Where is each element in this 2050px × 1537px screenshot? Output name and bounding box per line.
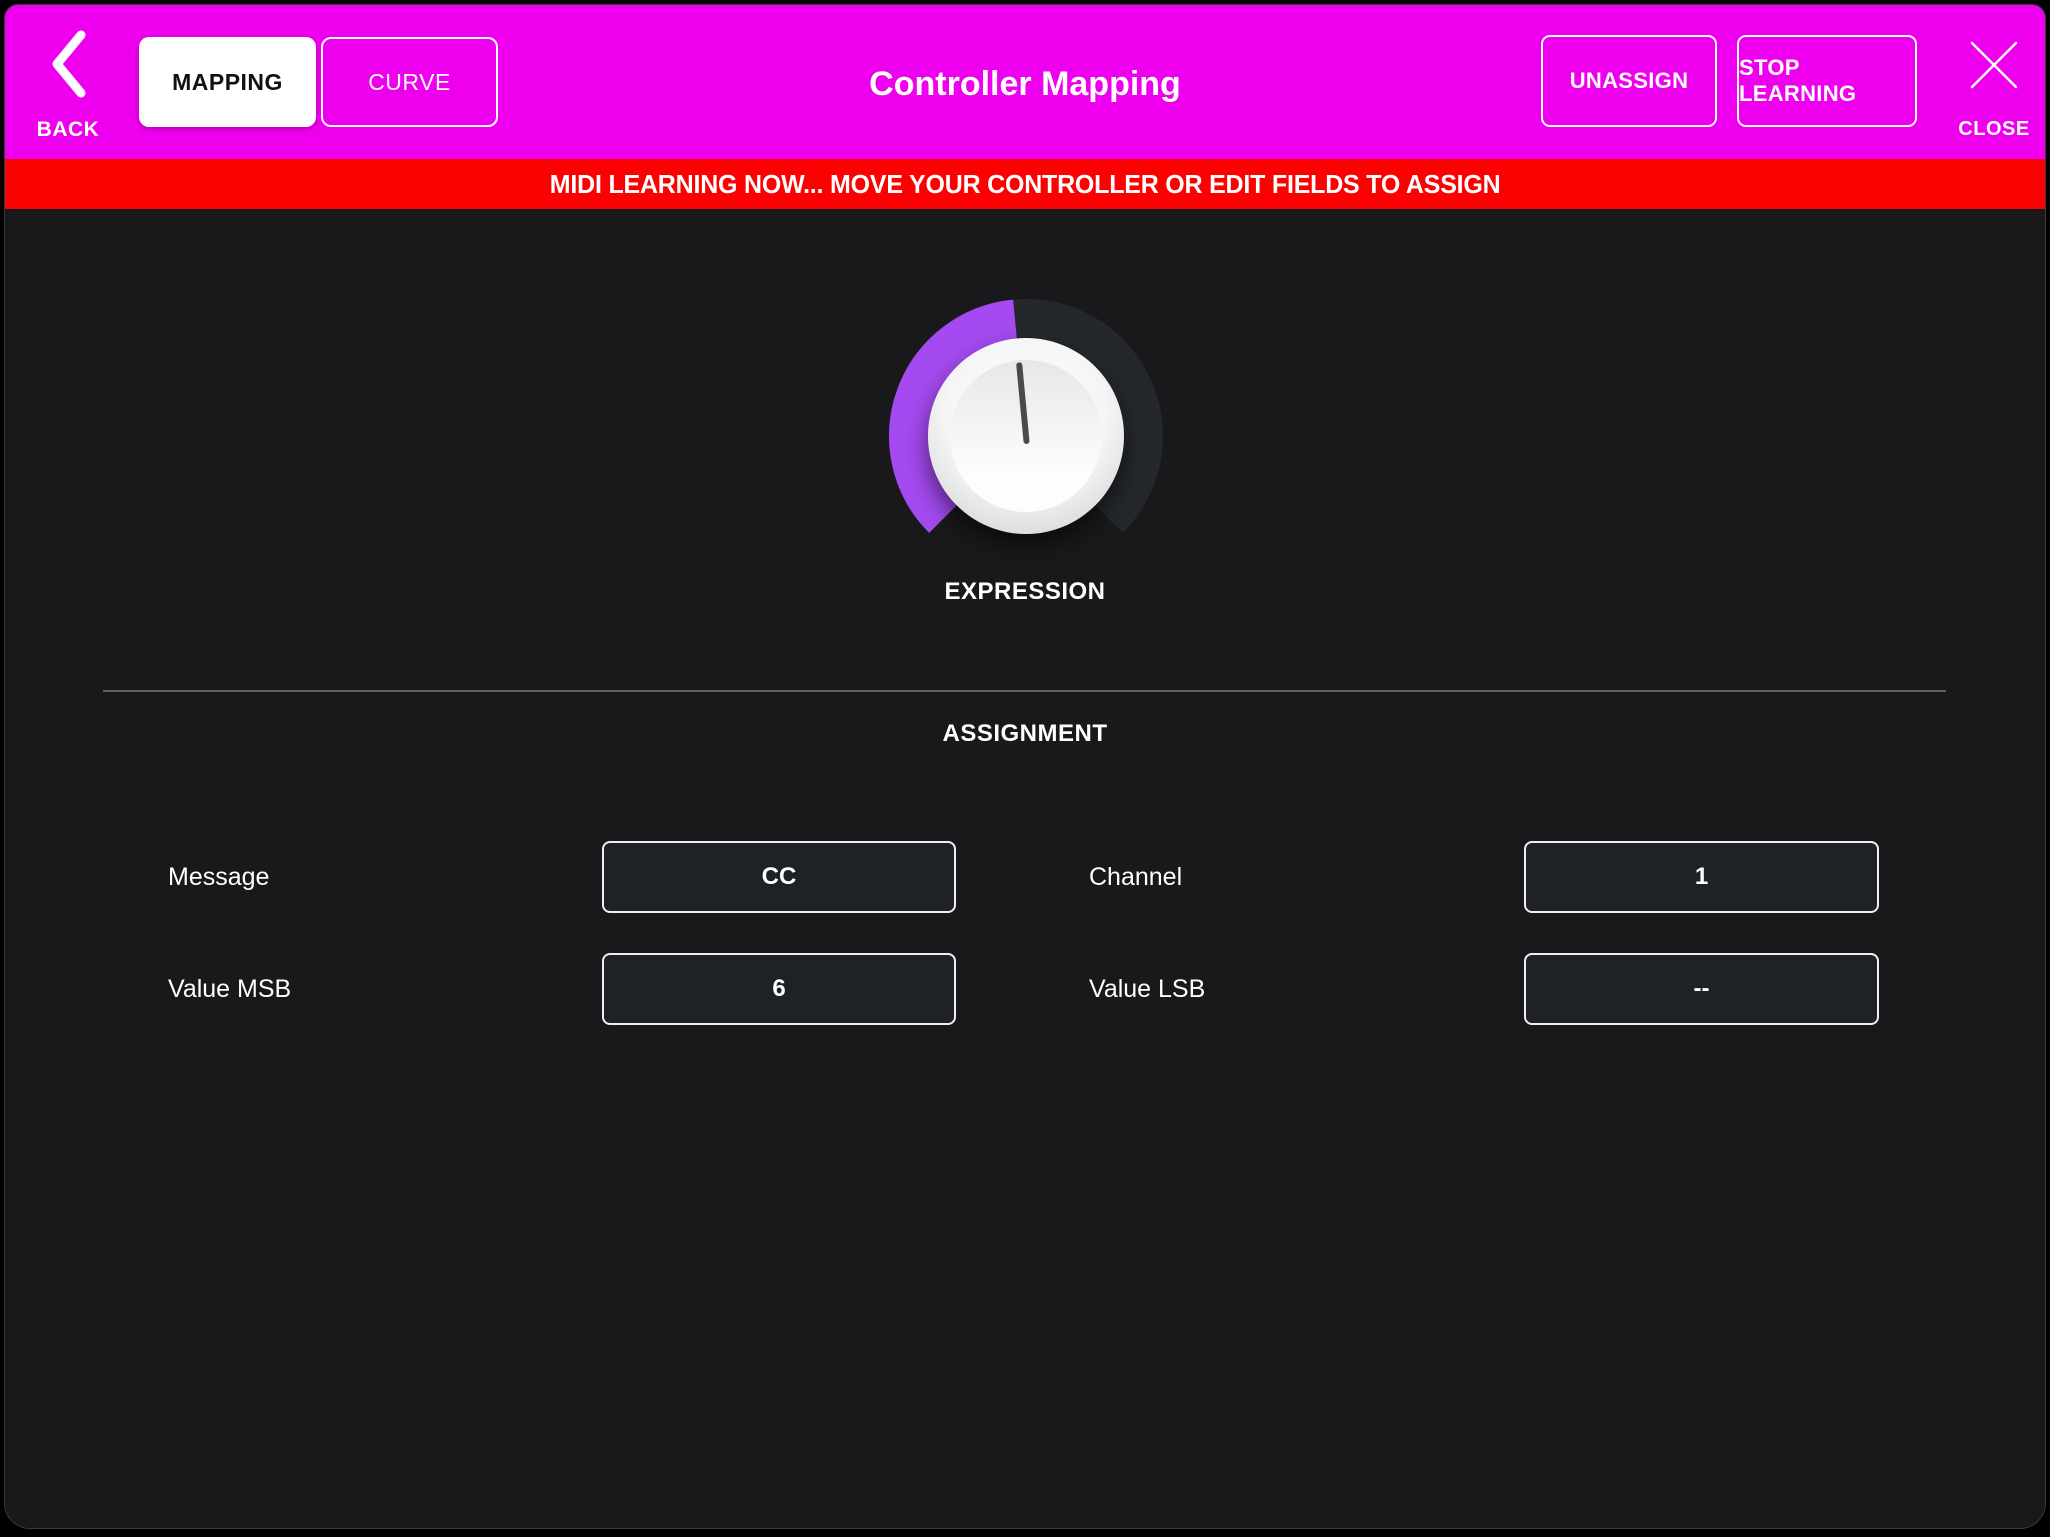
mapping-body: EXPRESSION ASSIGNMENT Message CC Channel…	[5, 209, 2045, 1528]
midi-learn-banner: MIDI LEARNING NOW... MOVE YOUR CONTROLLE…	[5, 159, 2045, 209]
back-button[interactable]: BACK	[23, 5, 123, 159]
tab-mapping[interactable]: MAPPING	[139, 37, 316, 127]
knob-label: EXPRESSION	[944, 578, 1106, 605]
message-label: Message	[168, 862, 270, 891]
value-msb-field[interactable]: 6	[602, 953, 956, 1025]
back-label: BACK	[36, 118, 100, 141]
value-lsb-field[interactable]: --	[1524, 953, 1879, 1025]
tab-bar: MAPPING CURVE	[139, 37, 498, 127]
tab-curve[interactable]: CURVE	[321, 37, 498, 127]
controller-mapping-dialog: BACK MAPPING CURVE Controller Mapping UN…	[4, 4, 2046, 1529]
value-msb-label: Value MSB	[168, 974, 292, 1003]
close-label: CLOSE	[1958, 118, 2030, 140]
channel-label: Channel	[1089, 862, 1183, 891]
section-divider	[103, 690, 1946, 692]
midi-learn-banner-text: MIDI LEARNING NOW... MOVE YOUR CONTROLLE…	[549, 168, 1501, 199]
expression-knob[interactable]	[881, 291, 1171, 581]
header-bar: BACK MAPPING CURVE Controller Mapping UN…	[5, 5, 2045, 159]
stop-learning-button[interactable]: STOP LEARNING	[1737, 35, 1917, 127]
close-x-icon	[1970, 41, 2018, 89]
channel-field[interactable]: 1	[1524, 841, 1879, 913]
unassign-button[interactable]: UNASSIGN	[1541, 35, 1717, 127]
assignment-title: ASSIGNMENT	[942, 720, 1108, 747]
message-field[interactable]: CC	[602, 841, 956, 913]
controller-mapping-screen: BACK MAPPING CURVE Controller Mapping UN…	[0, 0, 2050, 1537]
chevron-left-icon	[52, 30, 86, 98]
value-lsb-label: Value LSB	[1089, 974, 1206, 1003]
close-button[interactable]: CLOSE	[1951, 5, 2037, 159]
